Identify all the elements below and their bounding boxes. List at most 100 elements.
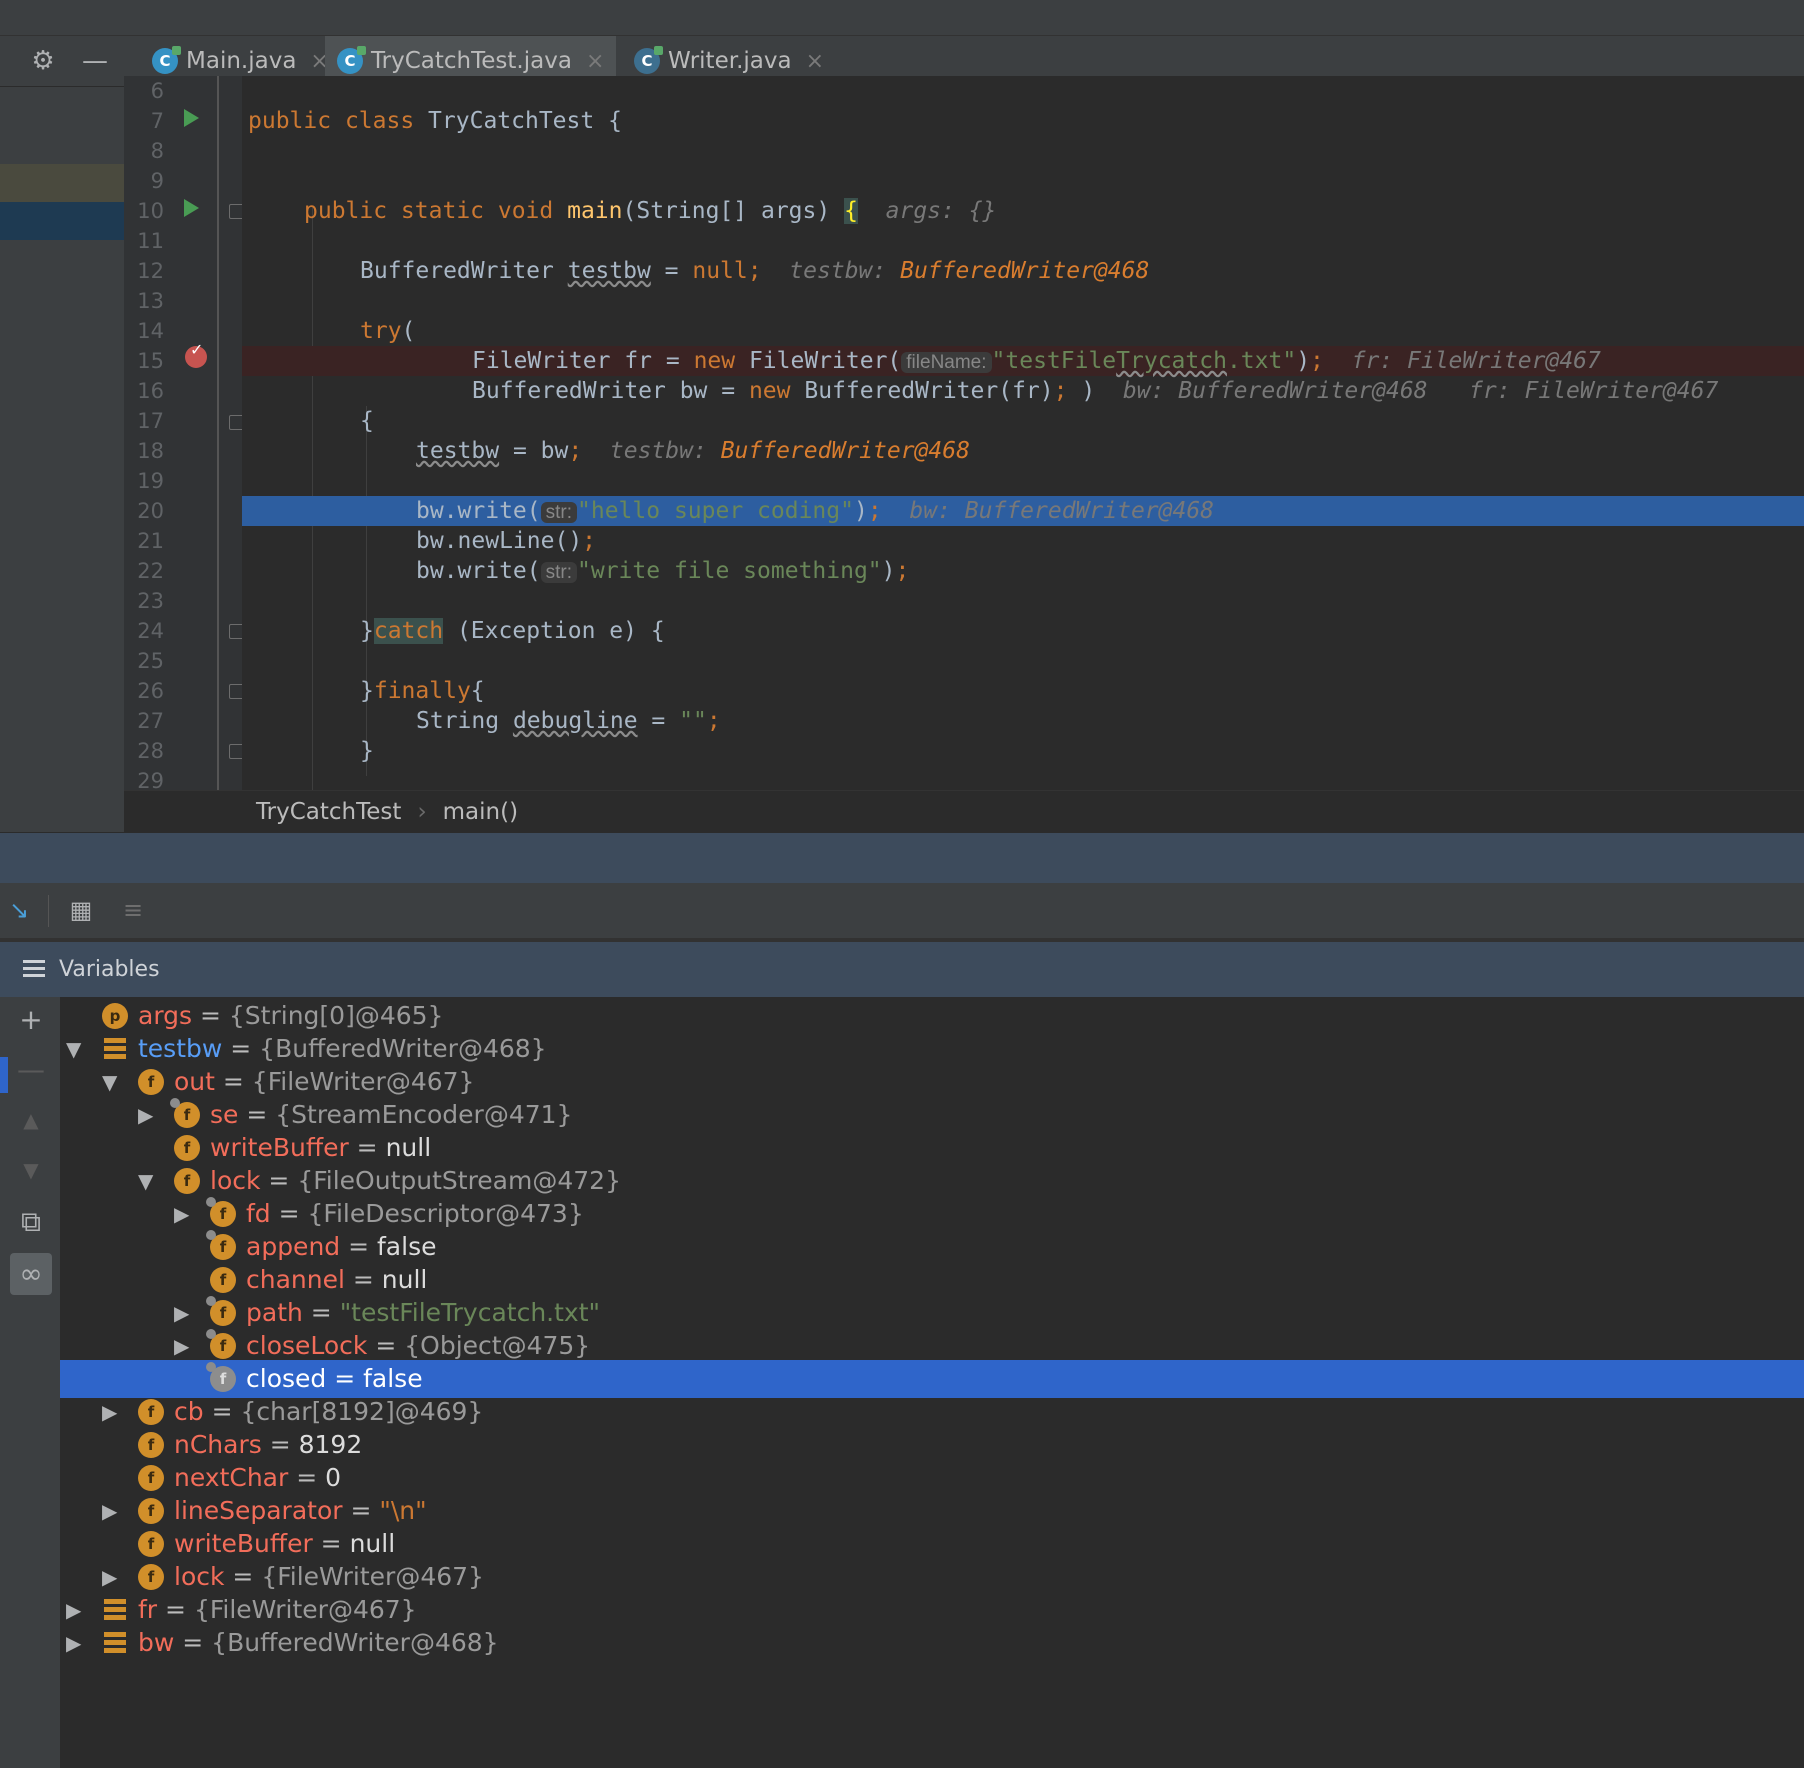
field-icon: f bbox=[138, 1069, 164, 1095]
field-icon: f bbox=[206, 1197, 236, 1227]
close-icon[interactable]: × bbox=[806, 49, 824, 74]
show-watches-glasses-icon[interactable]: ∞ bbox=[10, 1253, 52, 1295]
java-class-icon: C bbox=[152, 46, 181, 74]
line-number: 19 bbox=[137, 469, 164, 493]
code-line-16: BufferedWriter bw = new BufferedWriter(f… bbox=[472, 378, 1719, 404]
tab-label: Writer.java bbox=[668, 48, 792, 74]
debugger-toolbar: ↘ ▦ ≡ bbox=[0, 883, 1804, 942]
line-number: 15 bbox=[137, 349, 164, 373]
show-execution-point-icon[interactable]: ↘ bbox=[2, 893, 36, 927]
line-number: 20 bbox=[137, 499, 164, 523]
line-number: 9 bbox=[150, 169, 164, 193]
code-line-17: { bbox=[360, 408, 374, 434]
field-icon: f bbox=[170, 1098, 200, 1128]
line-number: 24 bbox=[137, 619, 164, 643]
line-number: 26 bbox=[137, 679, 164, 703]
line-number: 21 bbox=[137, 529, 164, 553]
breadcrumb-method[interactable]: main() bbox=[443, 799, 518, 825]
variables-header: Variables bbox=[0, 942, 1804, 997]
line-number: 17 bbox=[137, 409, 164, 433]
variables-tree[interactable]: p args = {String[0]@465} ▼ testbw = {Buf… bbox=[60, 997, 1804, 1768]
parameter-icon: p bbox=[102, 1003, 128, 1029]
line-number: 18 bbox=[137, 439, 164, 463]
field-icon: f bbox=[138, 1465, 164, 1491]
left-strip-highlight bbox=[0, 164, 124, 202]
field-icon: f bbox=[210, 1267, 236, 1293]
variables-side-toolbar: + — ▲ ▼ ⧉ ∞ bbox=[0, 997, 60, 1768]
code-line-18: testbw = bw; testbw: BufferedWriter@468 bbox=[416, 438, 970, 464]
line-number: 12 bbox=[137, 259, 164, 283]
code-line-22: bw.write(str: "write file something"); bbox=[416, 558, 910, 584]
duplicate-watch-icon[interactable]: ⧉ bbox=[10, 1201, 52, 1243]
line-number: 23 bbox=[137, 589, 164, 613]
field-icon: f bbox=[138, 1531, 164, 1557]
line-number: 14 bbox=[137, 319, 164, 343]
line-number: 27 bbox=[137, 709, 164, 733]
local-variable-icon bbox=[104, 1038, 126, 1060]
chevron-right-icon: › bbox=[417, 799, 427, 825]
close-icon[interactable]: × bbox=[586, 49, 604, 74]
field-icon: f bbox=[138, 1498, 164, 1524]
window-top-strip bbox=[0, 0, 1804, 36]
debug-panel-title-bar[interactable] bbox=[0, 833, 1804, 883]
move-down-icon[interactable]: ▼ bbox=[10, 1149, 52, 1191]
code-line-26: }finally{ bbox=[360, 678, 485, 704]
field-icon: f bbox=[206, 1329, 236, 1359]
remove-watch-icon[interactable]: — bbox=[10, 1049, 52, 1091]
gutter-divider bbox=[217, 76, 219, 790]
line-number: 13 bbox=[137, 289, 164, 313]
line-number: 10 bbox=[137, 199, 164, 223]
left-strip-selection bbox=[0, 202, 124, 240]
toolbar-divider bbox=[48, 895, 49, 927]
minimize-icon[interactable]: — bbox=[80, 46, 110, 76]
field-icon: f bbox=[174, 1135, 200, 1161]
code-line-21: bw.newLine(); bbox=[416, 528, 597, 554]
java-abstract-class-icon: C bbox=[634, 46, 663, 74]
field-icon: f bbox=[138, 1564, 164, 1590]
run-icon[interactable] bbox=[184, 199, 199, 217]
move-up-icon[interactable]: ▲ bbox=[10, 1099, 52, 1141]
java-class-icon: C bbox=[337, 46, 366, 74]
code-line-28: } bbox=[360, 738, 374, 764]
breakpoint-icon[interactable] bbox=[185, 340, 207, 368]
field-icon: f bbox=[138, 1432, 164, 1458]
code-line-7: public class TryCatchTest { bbox=[248, 108, 622, 134]
code-line-12: BufferedWriter testbw = null; testbw: Bu… bbox=[360, 258, 1150, 284]
variables-list-icon bbox=[23, 959, 45, 980]
local-variable-icon bbox=[104, 1632, 126, 1654]
tab-label: Main.java bbox=[186, 48, 297, 74]
line-number: 28 bbox=[137, 739, 164, 763]
side-marker bbox=[0, 1057, 8, 1093]
line-number: 25 bbox=[137, 649, 164, 673]
field-icon: f bbox=[206, 1362, 236, 1392]
line-number: 22 bbox=[137, 559, 164, 583]
code-editor[interactable]: public class TryCatchTest { public stati… bbox=[242, 76, 1804, 790]
code-line-20-execution-point: bw.write(str: "hello super coding"); bw: … bbox=[242, 496, 1804, 526]
breadcrumb-class[interactable]: TryCatchTest bbox=[256, 799, 401, 825]
gear-icon[interactable]: ⚙ bbox=[28, 46, 58, 76]
code-line-27: String debugline = ""; bbox=[416, 708, 721, 734]
code-line-14: try( bbox=[360, 318, 416, 344]
variables-title: Variables bbox=[59, 957, 160, 982]
field-icon: f bbox=[206, 1230, 236, 1260]
code-line-15-breakpoint: FileWriter fr = new FileWriter(fileName:… bbox=[242, 346, 1804, 376]
breadcrumb: TryCatchTest › main() bbox=[124, 790, 1804, 833]
tab-label: TryCatchTest.java bbox=[371, 48, 572, 74]
line-number: 6 bbox=[150, 79, 164, 103]
field-icon: f bbox=[174, 1168, 200, 1194]
variable-row[interactable]: ▶ bw = {BufferedWriter@468} bbox=[60, 1624, 1804, 1662]
trace-stream-icon[interactable]: ≡ bbox=[116, 893, 150, 927]
line-number: 8 bbox=[150, 139, 164, 163]
run-icon[interactable] bbox=[184, 109, 199, 127]
line-number: 7 bbox=[150, 109, 164, 133]
evaluate-expression-icon[interactable]: ▦ bbox=[64, 893, 98, 927]
add-watch-icon[interactable]: + bbox=[10, 999, 52, 1041]
field-icon: f bbox=[138, 1399, 164, 1425]
local-variable-icon bbox=[104, 1599, 126, 1621]
line-number: 11 bbox=[137, 229, 164, 253]
line-number: 16 bbox=[137, 379, 164, 403]
expand-chevron-icon[interactable]: ▶ bbox=[66, 1624, 86, 1662]
code-line-24: }catch (Exception e) { bbox=[360, 618, 665, 644]
code-line-10: public static void main(String[] args) {… bbox=[304, 198, 997, 224]
field-icon: f bbox=[206, 1296, 236, 1326]
